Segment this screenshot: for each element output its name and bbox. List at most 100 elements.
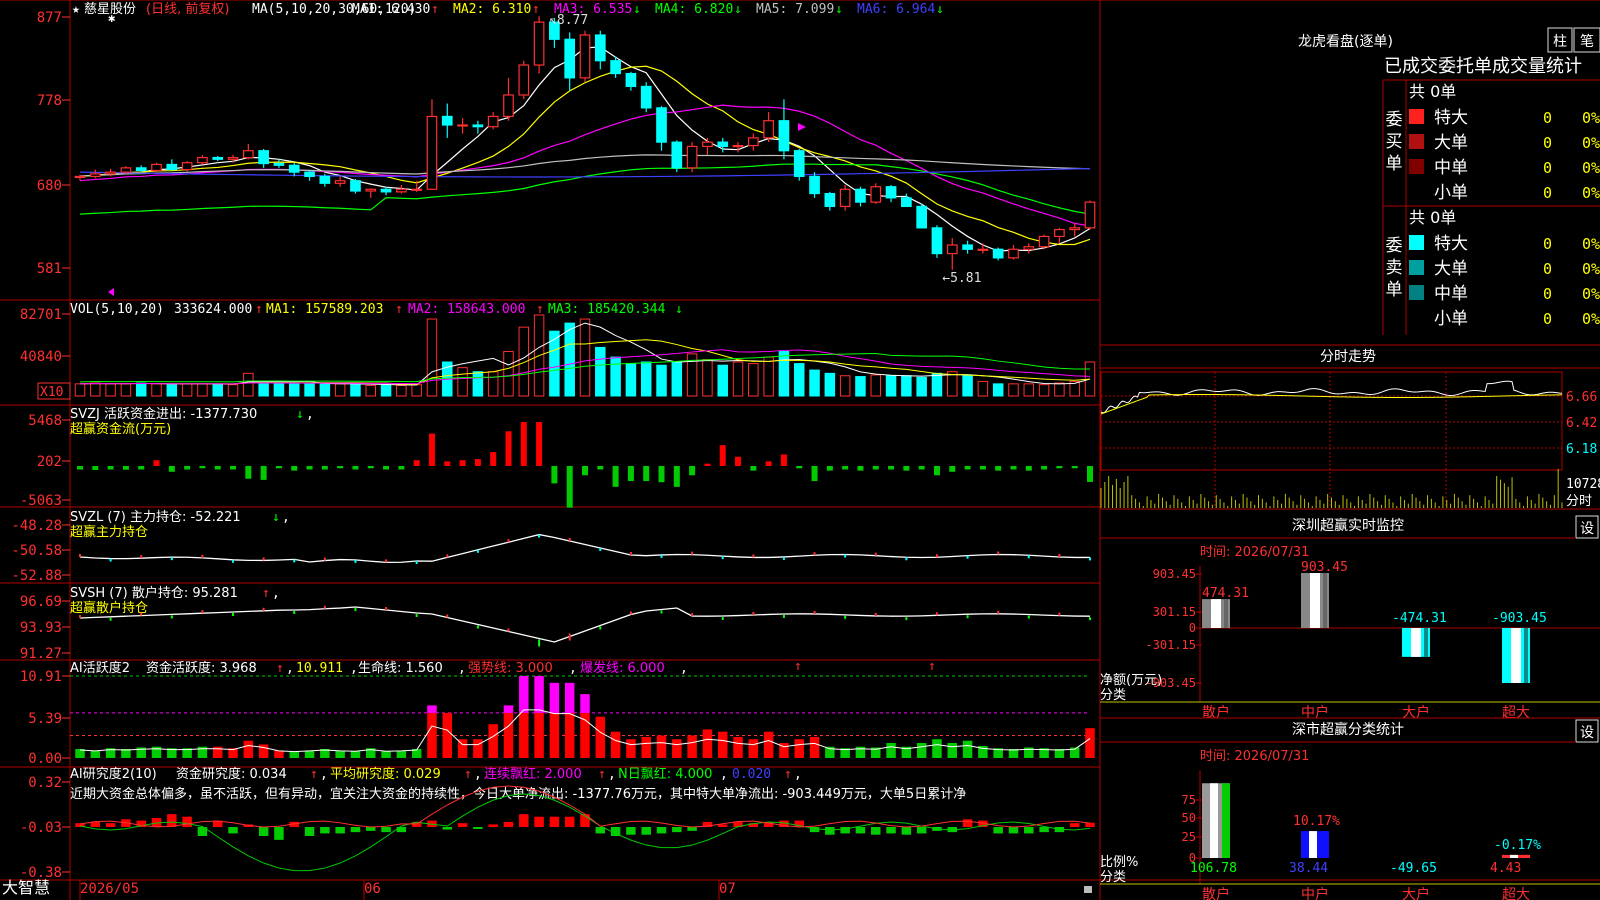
volume-bar[interactable] (90, 382, 101, 397)
money-flow-bar[interactable] (735, 456, 742, 466)
money-flow-bar[interactable] (260, 466, 267, 480)
money-flow-bar[interactable] (857, 466, 864, 471)
volume-bar[interactable] (334, 383, 346, 397)
research-bar[interactable] (488, 824, 498, 827)
volume-bar[interactable] (1054, 382, 1065, 397)
activity-bar[interactable] (947, 742, 958, 758)
candlestick[interactable] (717, 137, 729, 153)
volume-bar[interactable] (870, 374, 882, 397)
money-flow-bar[interactable] (765, 461, 772, 466)
activity-bar[interactable] (962, 740, 973, 758)
volume-bar[interactable] (656, 364, 667, 397)
money-flow-bar[interactable] (199, 466, 206, 469)
money-flow-bar[interactable] (321, 466, 328, 470)
money-flow-bar[interactable] (612, 466, 619, 487)
money-flow-bar[interactable] (719, 445, 726, 466)
volume-bar[interactable] (839, 375, 851, 397)
money-flow-bar[interactable] (1025, 466, 1032, 471)
research-bar[interactable] (274, 827, 284, 840)
money-flow-bar[interactable] (444, 461, 451, 466)
candlestick[interactable] (518, 60, 530, 100)
volume-bar[interactable] (319, 383, 331, 397)
buy-row[interactable]: 中单 0 0% (1409, 158, 1600, 178)
candlestick[interactable] (625, 71, 637, 91)
volume-bar[interactable] (212, 383, 223, 397)
money-flow-bar[interactable] (428, 433, 435, 466)
money-flow-bar[interactable] (566, 466, 573, 508)
candlestick[interactable] (671, 140, 683, 173)
money-flow-bar[interactable] (704, 463, 711, 466)
volume-bar[interactable] (1038, 384, 1050, 397)
money-flow-bar[interactable] (505, 431, 512, 466)
candlestick[interactable] (503, 77, 514, 121)
money-flow-bar[interactable] (918, 466, 925, 470)
money-flow-bar[interactable] (689, 466, 696, 476)
money-flow-bar[interactable] (536, 422, 543, 466)
candlestick[interactable] (120, 166, 132, 174)
money-flow-bar[interactable] (551, 466, 558, 484)
activity-bar[interactable] (503, 705, 514, 758)
sell-row[interactable]: 大单 0 0% (1409, 259, 1600, 279)
activity-bar[interactable] (564, 682, 575, 758)
volume-bar[interactable] (931, 372, 943, 397)
research-bar[interactable] (228, 827, 238, 834)
volume-bar[interactable] (625, 363, 637, 397)
volume-bar[interactable] (457, 367, 468, 397)
candlestick[interactable] (732, 142, 744, 153)
candlestick[interactable] (89, 169, 101, 179)
money-flow-bar[interactable] (520, 422, 527, 466)
money-flow-bar[interactable] (750, 466, 757, 471)
ratio-bar[interactable] (1202, 783, 1230, 858)
candlestick[interactable] (702, 137, 713, 155)
money-flow-bar[interactable] (275, 466, 282, 469)
activity-bar[interactable] (641, 736, 651, 758)
activity-bar[interactable] (396, 750, 407, 758)
favorite-star-icon[interactable]: ★ (72, 2, 80, 17)
volume-bar[interactable] (610, 356, 621, 397)
candlestick[interactable] (426, 99, 438, 191)
activity-bar[interactable] (687, 735, 697, 758)
research-bar[interactable] (1008, 827, 1019, 834)
candlestick[interactable] (640, 82, 652, 113)
research-bar[interactable] (1024, 827, 1034, 834)
candlestick[interactable] (151, 162, 162, 173)
money-flow-bar[interactable] (245, 466, 252, 479)
money-flow-bar[interactable] (933, 466, 940, 476)
research-bar[interactable] (304, 827, 315, 836)
money-flow-bar[interactable] (903, 466, 910, 471)
money-flow-bar[interactable] (77, 466, 83, 470)
money-flow-bar[interactable] (949, 466, 956, 472)
activity-bar[interactable] (381, 751, 391, 758)
money-flow-bar[interactable] (811, 466, 818, 482)
research-bar[interactable] (993, 827, 1003, 834)
candlestick[interactable] (763, 112, 774, 143)
money-flow-bar[interactable] (383, 466, 390, 470)
money-flow-bar[interactable] (627, 466, 634, 482)
research-bar[interactable] (825, 827, 835, 835)
volume-bar[interactable] (901, 375, 912, 397)
activity-bar[interactable] (90, 750, 101, 758)
money-flow-bar[interactable] (673, 466, 680, 487)
volume-bar[interactable] (151, 383, 162, 397)
candlestick[interactable] (931, 225, 943, 258)
money-flow-bar[interactable] (306, 466, 313, 470)
activity-bar[interactable] (916, 742, 927, 758)
activity-bar[interactable] (886, 742, 896, 758)
volume-bar[interactable] (793, 363, 805, 397)
money-flow-bar[interactable] (1041, 466, 1048, 470)
candlestick[interactable] (212, 155, 224, 161)
money-flow-bar[interactable] (643, 466, 650, 482)
volume-bar[interactable] (396, 384, 407, 397)
candlestick[interactable] (181, 161, 193, 172)
candlestick[interactable] (1084, 200, 1096, 230)
money-flow-bar[interactable] (1056, 466, 1063, 469)
candlestick[interactable] (809, 172, 820, 198)
volume-bar[interactable] (243, 372, 254, 397)
volume-bar[interactable] (748, 363, 759, 397)
research-bar[interactable] (962, 819, 973, 827)
research-bar[interactable] (1039, 827, 1049, 833)
sell-row[interactable]: 中单 0 0% (1409, 284, 1600, 304)
research-bar[interactable] (519, 814, 529, 827)
research-bar[interactable] (105, 823, 116, 827)
research-bar[interactable] (366, 827, 376, 831)
